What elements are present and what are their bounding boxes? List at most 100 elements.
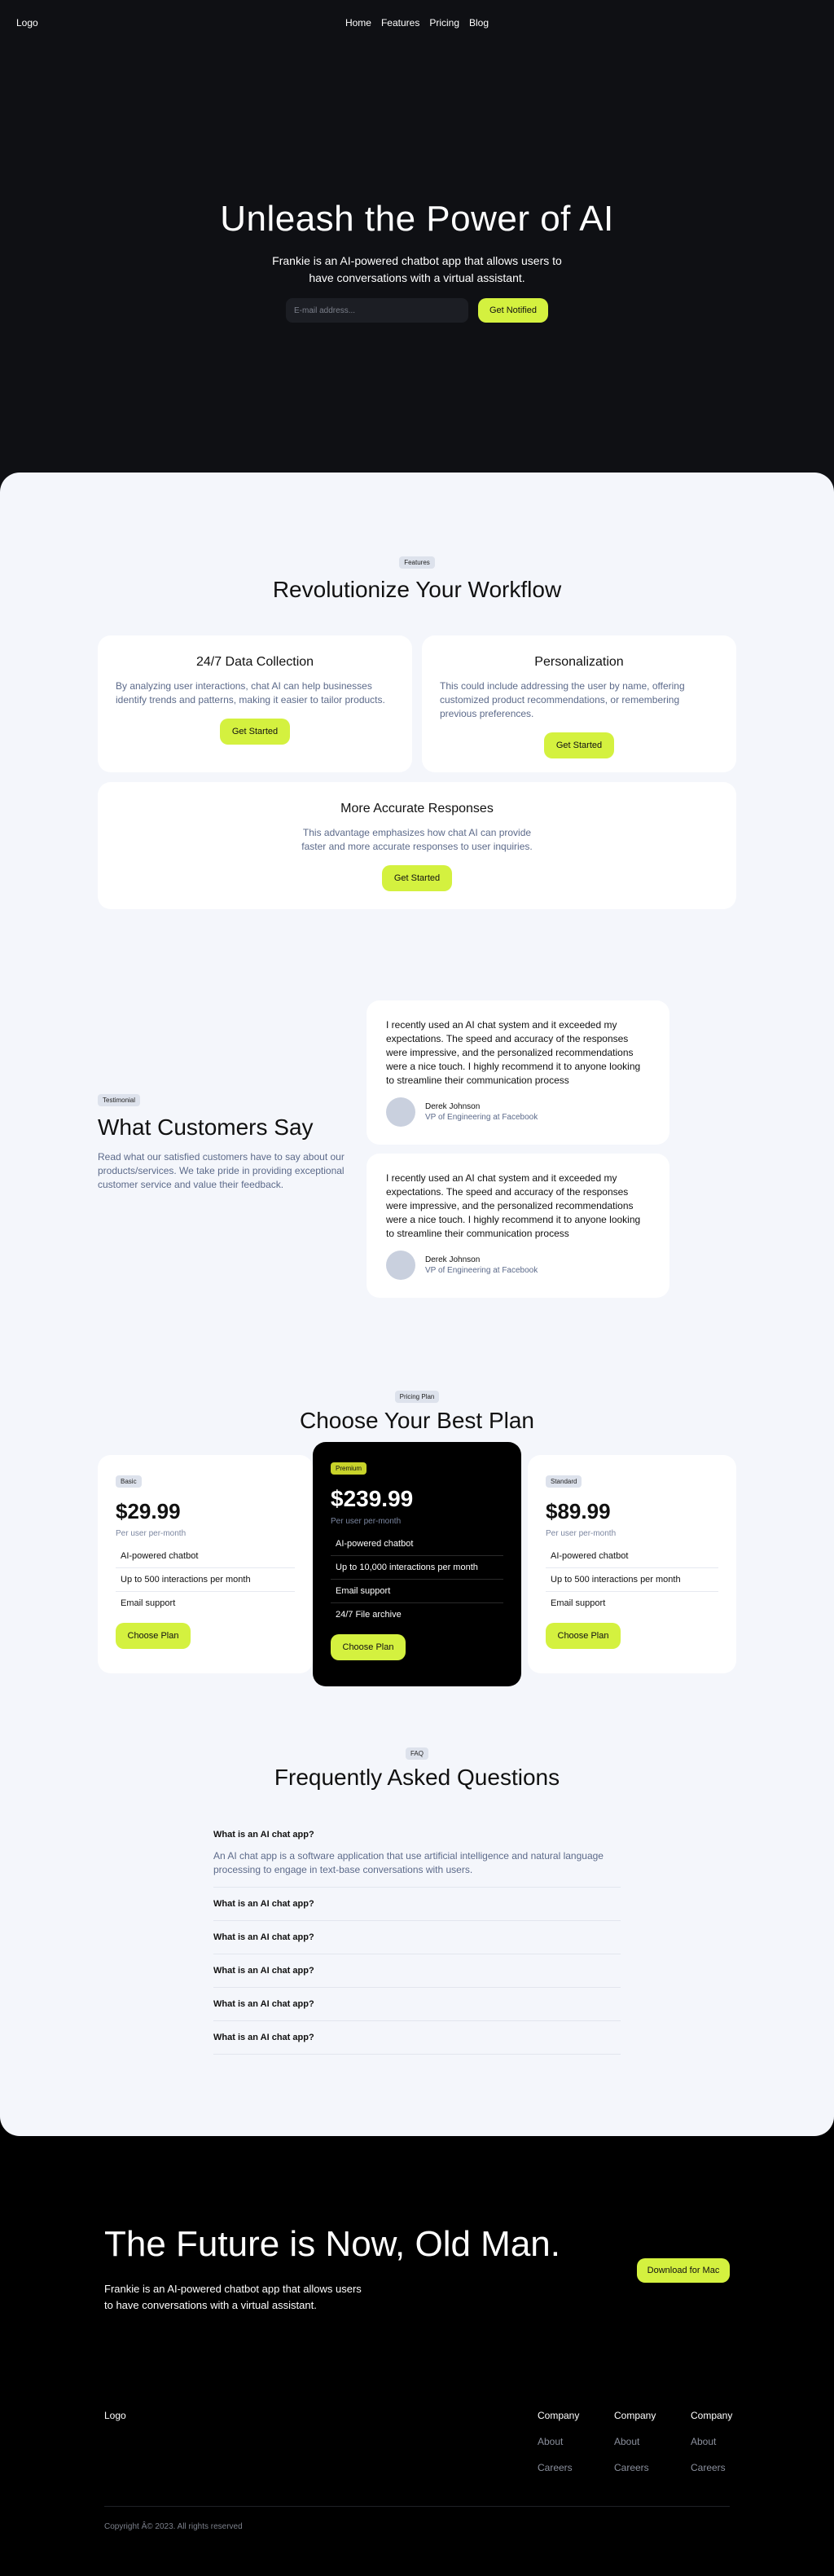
avatar	[386, 1251, 415, 1280]
plan-feature: Up to 10,000 interactions per month	[331, 1556, 503, 1580]
feature-card-title: Personalization	[534, 655, 624, 669]
feature-card-data-collection: 24/7 Data Collection By analyzing user i…	[98, 635, 412, 772]
plan-feature: AI-powered chatbot	[331, 1532, 503, 1556]
top-nav: Logo Home Features Pricing Blog	[0, 0, 834, 46]
footer-link-careers[interactable]: Careers	[538, 2462, 577, 2473]
footer-divider	[104, 2506, 730, 2507]
testimonial-intro: Testimonial What Customers Say Read what…	[98, 1092, 399, 1192]
choose-plan-button[interactable]: Choose Plan	[331, 1634, 406, 1660]
avatar	[386, 1097, 415, 1127]
testimonial-quote: I recently used an AI chat system and it…	[386, 1172, 641, 1239]
footer-link-careers[interactable]: Careers	[614, 2462, 653, 2473]
footer-column: Company About Careers	[538, 2410, 579, 2473]
faq-title: Frequently Asked Questions	[274, 1765, 560, 1790]
nav-link-pricing[interactable]: Pricing	[429, 17, 459, 29]
author-name: Derek Johnson	[425, 1102, 481, 1111]
testimonial-quote: I recently used an AI chat system and it…	[386, 1019, 641, 1086]
plan-features: AI-powered chatbot Up to 10,000 interact…	[331, 1532, 503, 1626]
download-mac-button[interactable]: Download for Mac	[637, 2258, 730, 2283]
features-header: Features Revolutionize Your Workflow	[0, 554, 834, 603]
choose-plan-button[interactable]: Choose Plan	[116, 1623, 191, 1649]
footer-link-careers[interactable]: Careers	[691, 2462, 730, 2473]
feature-card-title: More Accurate Responses	[340, 802, 494, 815]
footer-link-about[interactable]: About	[614, 2436, 653, 2447]
author-name: Derek Johnson	[425, 1255, 481, 1264]
choose-plan-button[interactable]: Choose Plan	[546, 1623, 621, 1649]
hero-content: Unleash the Power of AI Frankie is an AI…	[0, 199, 834, 323]
author-role: VP of Engineering at Facebook	[425, 1113, 538, 1122]
plan-card-basic: Basic $29.99 Per user per-month AI-power…	[98, 1455, 313, 1673]
faq-question: What is an AI chat app?	[213, 1830, 314, 1840]
footer-link-about[interactable]: About	[538, 2436, 577, 2447]
plan-price: $239.99	[331, 1486, 414, 1511]
faq-item[interactable]: What is an AI chat app?	[213, 1888, 621, 1921]
plan-feature: AI-powered chatbot	[116, 1545, 295, 1568]
faq-answer: An AI chat app is a software application…	[213, 1850, 604, 1875]
faq-item[interactable]: What is an AI chat app?	[213, 1988, 621, 2021]
plan-feature: Up to 500 interactions per month	[546, 1568, 718, 1592]
email-input[interactable]	[286, 298, 468, 323]
author-role: VP of Engineering at Facebook	[425, 1266, 538, 1275]
footer-link-about[interactable]: About	[691, 2436, 730, 2447]
cta-text: Frankie is an AI-powered chatbot app tha…	[104, 2283, 362, 2311]
footer-column-title: Company	[614, 2410, 656, 2421]
feature-card-text: This could include addressing the user b…	[440, 680, 685, 719]
get-notified-button[interactable]: Get Notified	[478, 298, 548, 323]
testimonial-card: I recently used an AI chat system and it…	[367, 1154, 669, 1298]
feature-card-text: This advantage emphasizes how chat AI ca…	[301, 827, 533, 852]
nav-link-blog[interactable]: Blog	[469, 17, 489, 29]
pricing-badge: Pricing Plan	[394, 1391, 440, 1403]
footer-column-title: Company	[691, 2410, 733, 2421]
plan-features: AI-powered chatbot Up to 500 interaction…	[116, 1545, 295, 1615]
copyright: Copyright Â© 2023. All rights reserved	[104, 2522, 243, 2531]
footer: Logo Company About Careers Company About…	[104, 2410, 732, 2531]
nav-logo[interactable]: Logo	[16, 17, 38, 29]
plan-feature: Email support	[121, 1598, 176, 1608]
footer-column: Company About Careers	[614, 2410, 656, 2473]
nav-link-home[interactable]: Home	[345, 17, 371, 29]
testimonial-author: Derek Johnson VP of Engineering at Faceb…	[386, 1097, 650, 1127]
faq-badge: FAQ	[405, 1747, 428, 1760]
nav-links: Home Features Pricing Blog	[345, 17, 489, 29]
nav-link-features[interactable]: Features	[381, 17, 419, 29]
cta-section: The Future is Now, Old Man. Frankie is a…	[104, 2224, 730, 2314]
testimonial-text: Read what our satisfied customers have t…	[98, 1151, 345, 1190]
faq-question: What is an AI chat app?	[213, 1932, 314, 1942]
get-started-button[interactable]: Get Started	[382, 865, 452, 891]
plan-period: Per user per-month	[331, 1517, 402, 1526]
pricing-title: Choose Your Best Plan	[300, 1408, 534, 1433]
faq-item[interactable]: What is an AI chat app?	[213, 2021, 621, 2055]
testimonial-title: What Customers Say	[98, 1114, 314, 1140]
plan-badge: Basic	[116, 1475, 142, 1488]
faq-item[interactable]: What is an AI chat app?	[213, 1921, 621, 1954]
plan-period: Per user per-month	[546, 1529, 617, 1538]
hero-subtitle: Frankie is an AI-powered chatbot app tha…	[272, 254, 562, 284]
feature-card-text: By analyzing user interactions, chat AI …	[116, 680, 385, 706]
get-started-button[interactable]: Get Started	[544, 732, 614, 758]
footer-column: Company About Careers	[691, 2410, 733, 2473]
plan-price: $29.99	[116, 1499, 181, 1523]
plan-card-standard: Standard $89.99 Per user per-month AI-po…	[528, 1455, 736, 1673]
faq-item[interactable]: What is an AI chat app?	[213, 1954, 621, 1988]
faq-header: FAQ Frequently Asked Questions	[0, 1745, 834, 1791]
faq-item[interactable]: What is an AI chat app? An AI chat app i…	[213, 1820, 621, 1888]
get-started-button[interactable]: Get Started	[220, 719, 290, 745]
main-content: Features Revolutionize Your Workflow 24/…	[0, 473, 834, 2136]
faq-question: What is an AI chat app?	[213, 1999, 314, 2009]
pricing-header: Pricing Plan Choose Your Best Plan	[0, 1388, 834, 1434]
plan-period: Per user per-month	[116, 1529, 187, 1538]
plan-feature: Up to 500 interactions per month	[116, 1568, 295, 1592]
plan-feature: Email support	[331, 1580, 503, 1603]
faq-question: What is an AI chat app?	[213, 1899, 314, 1909]
feature-card-personalization: Personalization This could include addre…	[422, 635, 736, 772]
testimonial-card: I recently used an AI chat system and it…	[367, 1000, 669, 1145]
testimonial-author: Derek Johnson VP of Engineering at Faceb…	[386, 1251, 650, 1280]
hero-section: Logo Home Features Pricing Blog Unleash …	[0, 0, 834, 521]
plan-feature: 24/7 File archive	[336, 1610, 402, 1620]
features-title: Revolutionize Your Workflow	[272, 577, 562, 602]
faq-question: What is an AI chat app?	[213, 1966, 314, 1976]
notify-form: Get Notified	[0, 298, 834, 323]
plan-feature: AI-powered chatbot	[546, 1545, 718, 1568]
plan-badge: Standard	[546, 1475, 582, 1488]
footer-columns: Company About Careers Company About Care…	[538, 2410, 733, 2473]
